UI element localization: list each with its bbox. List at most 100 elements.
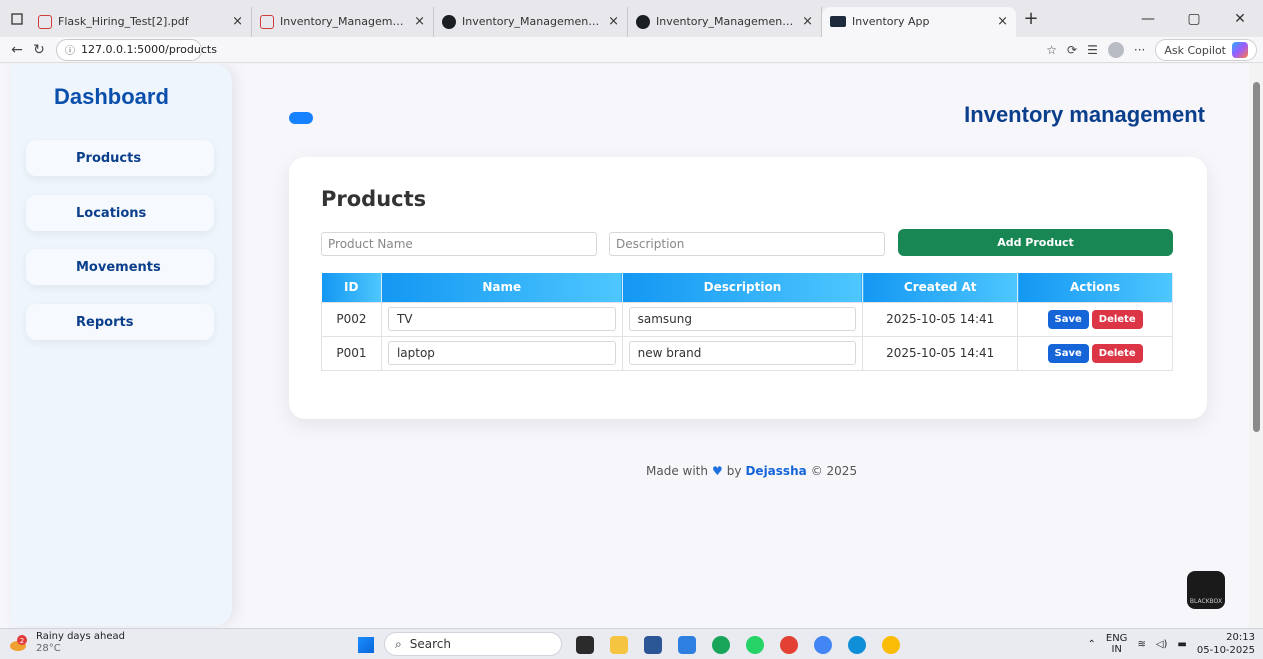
page-scrollbar[interactable]	[1249, 64, 1263, 628]
add-product-button[interactable]: Add Product	[898, 229, 1173, 256]
address-bar-actions: ☆ ⟳ ☰ ··· Ask Copilot	[1046, 39, 1257, 61]
new-tab-icon[interactable]: +	[1016, 8, 1046, 29]
blackbox-label: BLACKBOX	[1189, 598, 1223, 605]
extensions-icon[interactable]: ⟳	[1067, 43, 1077, 57]
info-icon: ⓘ	[65, 46, 75, 57]
file-explorer-icon[interactable]	[610, 636, 628, 654]
tab-actions-icon[interactable]	[4, 6, 30, 32]
description-cell-input[interactable]: new brand	[628, 341, 857, 365]
cell-created-at: 2025-10-05 14:41	[862, 301, 1019, 337]
clock-time: 20:13	[1226, 632, 1255, 643]
close-tab-icon[interactable]: ×	[997, 14, 1008, 29]
minimize-icon[interactable]: —	[1125, 11, 1171, 27]
language-indicator[interactable]: ENG IN	[1106, 633, 1128, 655]
cell-actions: Save Delete	[1017, 301, 1173, 337]
close-tab-icon[interactable]: ×	[608, 14, 619, 29]
column-header-description: Description	[622, 273, 864, 302]
cell-id: P001	[321, 335, 382, 371]
name-input[interactable]: TV	[387, 307, 616, 331]
maximize-icon[interactable]: ▢	[1171, 11, 1217, 27]
delete-button[interactable]: Delete	[1091, 343, 1143, 363]
tab-pdf-1[interactable]: Flask_Hiring_Test[2].pdf ×	[30, 6, 252, 37]
more-menu-icon[interactable]: ···	[1134, 43, 1145, 57]
github-icon	[636, 14, 650, 29]
column-header-actions: Actions	[1017, 273, 1173, 302]
chrome-alt-icon[interactable]	[882, 636, 900, 654]
url-field[interactable]: ⓘ 127.0.0.1:5000/products	[56, 38, 217, 61]
table-header-row: ID Name Description Created At Actions	[321, 273, 1173, 302]
name-input[interactable]: laptop	[387, 341, 616, 365]
sidebar-item-locations[interactable]: Locations	[26, 195, 214, 231]
scroll-thumb[interactable]	[1253, 82, 1260, 432]
github-icon	[442, 14, 456, 29]
page-title: Inventory management	[964, 102, 1205, 127]
tab-title: Flask_Hiring_Test[2].pdf	[58, 15, 189, 28]
word-icon[interactable]	[644, 636, 662, 654]
product-name-placeholder: Product Name	[328, 237, 413, 251]
close-window-icon[interactable]: ✕	[1217, 11, 1263, 27]
clock-date: 05-10-2025	[1196, 645, 1255, 656]
terminal-icon	[830, 16, 846, 27]
search-icon: ⌕	[395, 636, 402, 651]
tab-title: Inventory_Management_System_I	[280, 15, 408, 28]
battery-icon[interactable]: ▬	[1177, 639, 1186, 650]
close-tab-icon[interactable]: ×	[802, 14, 813, 29]
address-bar: ← ↻ ⓘ 127.0.0.1:5000/products ☆ ⟳ ☰ ··· …	[0, 37, 1263, 63]
sidebar-item-movements[interactable]: Movements	[26, 249, 214, 285]
close-tab-icon[interactable]: ×	[232, 14, 243, 29]
table-row: P002 TV samsung 2025-10-05 14:41 Save Del…	[321, 301, 1173, 337]
favorite-star-icon[interactable]: ☆	[1046, 43, 1057, 57]
footer-author: Dejassha	[745, 464, 807, 478]
clock[interactable]: 20:13 05-10-2025	[1197, 631, 1255, 657]
mongodb-icon[interactable]	[712, 636, 730, 654]
tab-title: Inventory_Management/README	[656, 15, 796, 28]
save-button[interactable]: Save	[1047, 309, 1089, 329]
task-view-icon[interactable]	[576, 636, 594, 654]
save-button[interactable]: Save	[1047, 343, 1089, 363]
table-row: P001 laptop new brand 2025-10-05 14:41 S…	[321, 335, 1173, 371]
weather-temp: 28°C	[36, 643, 61, 654]
products-heading: Products	[321, 187, 427, 211]
weather-widget[interactable]: Rainy days ahead 28°C	[36, 631, 125, 655]
windows-start-icon[interactable]	[358, 637, 374, 653]
weather-icon[interactable]: 2	[8, 635, 28, 653]
sidebar-item-reports[interactable]: Reports	[26, 304, 214, 340]
sidebar-toggle-button[interactable]	[289, 112, 313, 124]
tab-github-1[interactable]: Inventory_Management/README ×	[434, 6, 628, 37]
blackbox-widget-icon[interactable]: BLACKBOX	[1187, 571, 1225, 609]
back-icon[interactable]: ←	[6, 42, 28, 58]
footer-by: by	[726, 464, 742, 478]
tab-inventory-app[interactable]: Inventory App ×	[822, 6, 1016, 37]
weather-badge: 2	[20, 637, 24, 645]
taskbar-search[interactable]: ⌕ Search	[384, 632, 562, 656]
refresh-icon[interactable]: ↻	[28, 42, 50, 58]
description-input[interactable]: Description	[609, 232, 885, 256]
lang-bottom: IN	[1111, 644, 1122, 655]
taskbar: 2 Rainy days ahead 28°C ⌕ Search ⌃ ENG I…	[0, 628, 1263, 659]
copilot-button[interactable]: Ask Copilot	[1155, 39, 1257, 61]
system-tray: ⌃ ENG IN ≋ ◁) ▬ 20:13 05-10-2025	[1087, 631, 1255, 657]
chrome-icon[interactable]	[780, 636, 798, 654]
pdf-icon	[38, 14, 52, 29]
tab-github-2[interactable]: Inventory_Management/README ×	[628, 6, 822, 37]
volume-icon[interactable]: ◁)	[1156, 639, 1168, 650]
wifi-icon[interactable]: ≋	[1137, 639, 1145, 650]
column-header-created-at: Created At	[862, 273, 1019, 302]
vscode-icon[interactable]	[678, 636, 696, 654]
product-name-input[interactable]: Product Name	[321, 232, 597, 256]
footer-prefix: Made with	[646, 464, 708, 478]
chevron-up-icon[interactable]: ⌃	[1087, 639, 1095, 650]
delete-button[interactable]: Delete	[1091, 309, 1143, 329]
pdf-icon	[260, 14, 274, 29]
close-tab-icon[interactable]: ×	[414, 14, 425, 29]
profile-avatar[interactable]	[1107, 42, 1124, 58]
edge-icon[interactable]	[848, 636, 866, 654]
cell-created-at: 2025-10-05 14:41	[862, 335, 1019, 371]
whatsapp-icon[interactable]	[746, 636, 764, 654]
sidebar-item-products[interactable]: Products	[26, 140, 214, 176]
description-cell-input[interactable]: samsung	[628, 307, 857, 331]
sidebar-item-label: Products	[76, 150, 142, 166]
tab-pdf-2[interactable]: Inventory_Management_System_I ×	[252, 6, 434, 37]
chrome-profile-icon[interactable]	[814, 636, 832, 654]
collections-icon[interactable]: ☰	[1087, 43, 1098, 57]
